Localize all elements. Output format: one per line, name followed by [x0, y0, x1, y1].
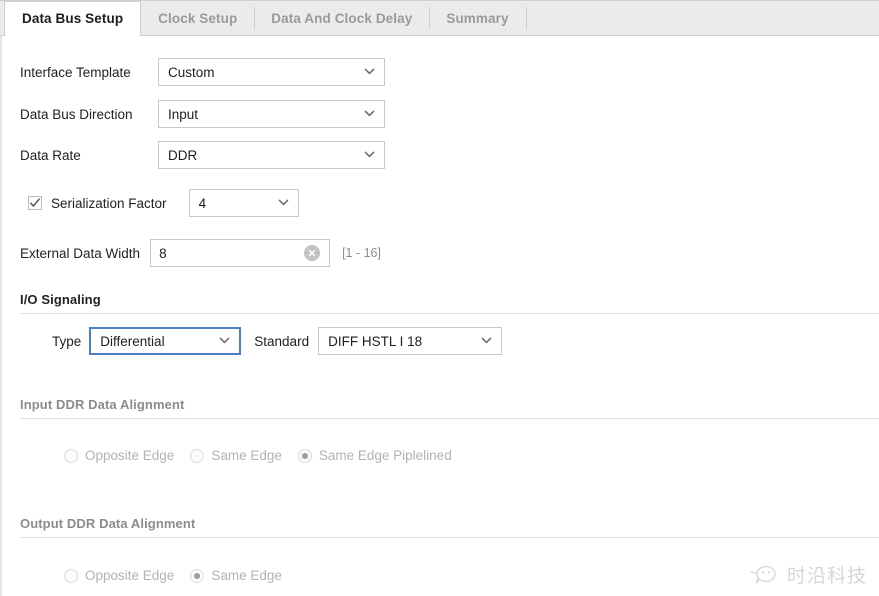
tab-label: Clock Setup	[158, 10, 238, 26]
row-external-data-width: External Data Width 8 [1 - 16]	[20, 239, 381, 267]
output-ddr-title: Output DDR Data Alignment	[20, 516, 196, 531]
radio-label: Opposite Edge	[85, 568, 175, 583]
section-divider	[20, 418, 879, 419]
row-data-rate: Data Rate DDR	[20, 141, 385, 169]
data-rate-select[interactable]: DDR	[158, 141, 385, 169]
tab-label: Summary	[446, 10, 509, 26]
radio-label: Same Edge	[211, 448, 282, 463]
tab-data-bus-setup[interactable]: Data Bus Setup	[4, 1, 142, 36]
io-type-value: Differential	[100, 333, 165, 349]
input-ddr-option-opposite-edge[interactable]: Opposite Edge	[64, 448, 174, 463]
output-ddr-option-same-edge[interactable]: Same Edge	[190, 568, 282, 583]
serialization-factor-checkbox[interactable]	[28, 196, 42, 210]
input-ddr-option-same-edge[interactable]: Same Edge	[190, 448, 282, 463]
external-data-width-input[interactable]: 8	[150, 239, 331, 267]
radio-icon	[64, 448, 78, 463]
io-type-select[interactable]: Differential	[89, 327, 242, 355]
radio-label: Same Edge Piplelined	[318, 448, 452, 463]
section-divider	[20, 313, 879, 314]
check-icon	[29, 197, 41, 209]
io-signaling-title: I/O Signaling	[20, 292, 101, 307]
data-rate-label: Data Rate	[20, 147, 81, 163]
data-bus-direction-label: Data Bus Direction	[20, 106, 133, 122]
external-data-width-value: 8	[159, 245, 167, 261]
row-data-bus-direction: Data Bus Direction Input	[20, 100, 385, 128]
data-rate-value: DDR	[168, 147, 198, 163]
interface-template-label: Interface Template	[20, 64, 131, 80]
radio-icon	[190, 448, 205, 463]
clear-circle-icon[interactable]	[304, 245, 321, 261]
io-type-label: Type	[52, 333, 82, 349]
data-bus-direction-select[interactable]: Input	[158, 100, 385, 128]
serialization-factor-value: 4	[198, 195, 207, 211]
serialization-factor-select[interactable]: 4	[188, 189, 299, 217]
chevron-down-icon	[364, 66, 375, 75]
radio-label: Opposite Edge	[85, 448, 175, 463]
row-serialization-factor: Serialization Factor 4	[28, 189, 299, 217]
tab-bar-end-divider	[525, 1, 527, 35]
radio-icon	[64, 568, 78, 583]
io-standard-select[interactable]: DIFF HSTL I 18	[318, 327, 503, 355]
tab-data-and-clock-delay[interactable]: Data And Clock Delay	[254, 1, 429, 35]
input-ddr-radio-group: Opposite Edge Same Edge Same Edge Piplel…	[64, 448, 468, 463]
section-input-ddr-data-alignment: Input DDR Data Alignment	[2, 397, 879, 419]
serialization-factor-label: Serialization Factor	[51, 195, 167, 211]
row-io-signaling: Type Differential Standard DIFF HSTL I 1…	[52, 327, 503, 355]
external-data-width-range-hint: [1 - 16]	[342, 246, 381, 260]
tab-summary[interactable]: Summary	[429, 1, 525, 35]
chevron-down-icon	[364, 149, 375, 158]
data-bus-setup-panel: Interface Template Custom Data Bus Direc…	[0, 36, 879, 596]
output-ddr-radio-group: Opposite Edge Same Edge	[64, 568, 298, 583]
chevron-down-icon	[364, 108, 375, 117]
interface-template-value: Custom	[168, 64, 215, 80]
io-standard-label: Standard	[254, 333, 310, 349]
radio-selected-icon	[190, 568, 205, 583]
chevron-down-icon	[481, 335, 492, 344]
row-interface-template: Interface Template Custom	[20, 58, 385, 86]
radio-label: Same Edge	[211, 568, 282, 583]
radio-selected-icon	[297, 448, 312, 463]
ddr-interface-wizard: Data Bus Setup Clock Setup Data And Cloc…	[0, 0, 879, 596]
input-ddr-title: Input DDR Data Alignment	[20, 397, 185, 412]
tab-label: Data And Clock Delay	[271, 10, 413, 26]
input-ddr-option-same-edge-piplelined[interactable]: Same Edge Piplelined	[297, 448, 452, 463]
chevron-down-icon	[219, 335, 230, 344]
tab-label: Data Bus Setup	[22, 11, 124, 26]
data-bus-direction-value: Input	[168, 106, 199, 122]
output-ddr-option-opposite-edge[interactable]: Opposite Edge	[64, 568, 174, 583]
external-data-width-label: External Data Width	[20, 245, 141, 261]
tab-bar: Data Bus Setup Clock Setup Data And Cloc…	[0, 0, 879, 36]
section-io-signaling: I/O Signaling	[2, 292, 879, 314]
section-output-ddr-data-alignment: Output DDR Data Alignment	[2, 516, 879, 538]
section-divider	[20, 537, 879, 538]
io-standard-value: DIFF HSTL I 18	[328, 333, 423, 349]
interface-template-select[interactable]: Custom	[158, 58, 385, 86]
tab-clock-setup[interactable]: Clock Setup	[141, 1, 254, 35]
chevron-down-icon	[278, 197, 288, 206]
